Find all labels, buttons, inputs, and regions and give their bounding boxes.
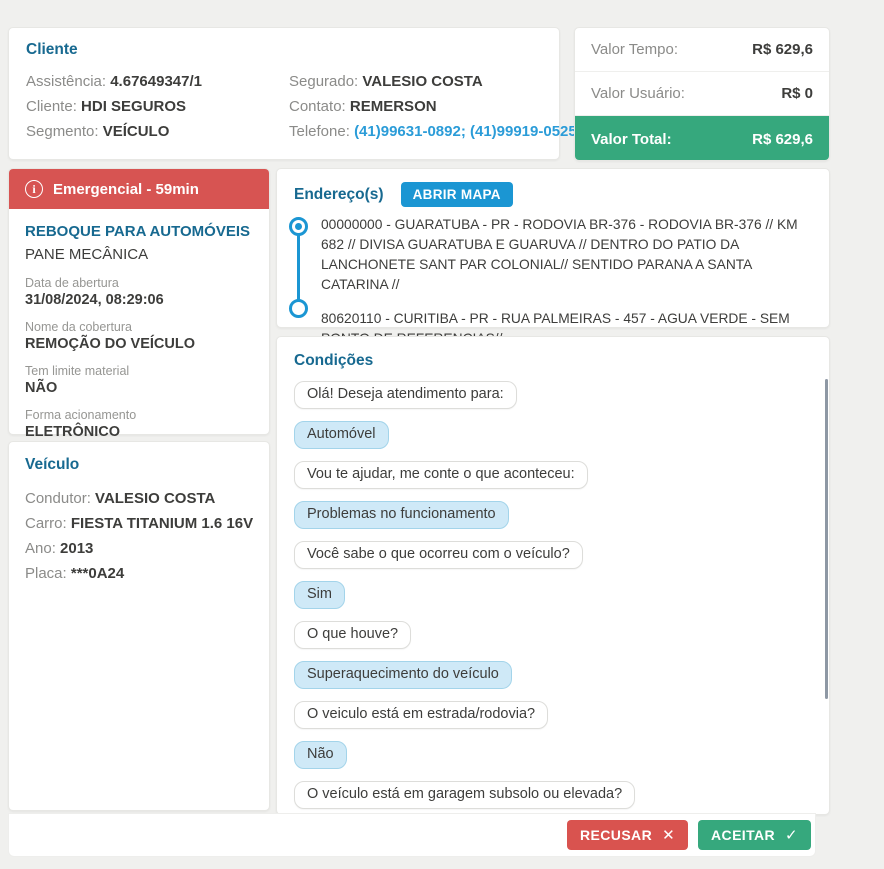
phone-field: Telefone: (41)99631-0892; (41)99919-0525 [289,123,577,140]
chat-bubble-answer: Superaquecimento do veículo [294,661,512,689]
conditions-card: Condições Olá! Deseja atendimento para: … [276,336,830,815]
chat-bubble-answer: Automóvel [294,421,389,449]
client-card: Cliente Assistência: 4.67649347/1 Client… [8,27,560,160]
route-timeline-line [297,227,300,309]
activation-type-field: Forma acionamento ELETRÔNICO [25,408,253,440]
value-user-row: Valor Usuário: R$ 0 [575,72,829,116]
value-user-amount: R$ 0 [781,85,813,102]
origin-address: 00000000 - GUARATUBA - PR - RODOVIA BR-3… [321,215,812,295]
chat-bubble-answer: Problemas no funcionamento [294,501,509,529]
coverage-name-field: Nome da cobertura REMOÇÃO DO VEÍCULO [25,320,253,352]
value-total-row: Valor Total: R$ 629,6 [575,116,829,161]
destination-point-icon [289,299,308,318]
emergency-title: Emergencial - 59min [53,181,199,198]
material-limit-field: Tem limite material NÃO [25,364,253,396]
chat-bubble-question: Vou te ajudar, me conte o que aconteceu: [294,461,588,489]
chat-bubble-question: O veiculo está em estrada/rodovia? [294,701,548,729]
contact-field: Contato: REMERSON [289,98,577,115]
info-icon: i [25,180,43,198]
opening-date-field: Data de abertura 31/08/2024, 08:29:06 [25,276,253,308]
year-field: Ano: 2013 [25,536,253,561]
emergency-header: i Emergencial - 59min [9,169,269,209]
assistance-field: Assistência: 4.67649347/1 [26,73,289,90]
chat-bubble-answer: Sim [294,581,345,609]
driver-field: Condutor: VALESIO COSTA [25,486,253,511]
value-total-amount: R$ 629,6 [752,131,813,148]
phone-numbers-link[interactable]: (41)99631-0892; (41)99919-0525 [354,123,577,140]
chat-messages: Olá! Deseja atendimento para: Automóvel … [294,381,812,815]
chat-scrollbar-thumb[interactable] [825,379,828,699]
open-map-button[interactable]: ABRIR MAPA [401,182,513,207]
chat-bubble-answer: Não [294,741,347,769]
segment-field: Segmento: VEÍCULO [26,123,289,140]
value-time-row: Valor Tempo: R$ 629,6 [575,28,829,72]
client-field: Cliente: HDI SEGUROS [26,98,289,115]
addresses-title: Endereço(s) [294,186,384,204]
accept-button[interactable]: ACEITAR ✓ [698,820,811,850]
value-time-amount: R$ 629,6 [752,41,813,58]
conditions-title: Condições [294,352,812,370]
client-fields: Assistência: 4.67649347/1 Cliente: HDI S… [26,69,542,144]
plate-field: Placa: ***0A24 [25,561,253,586]
chat-bubble-question: Você sabe o que ocorreu com o veículo? [294,541,583,569]
chat-bubble-question: Olá! Deseja atendimento para: [294,381,517,409]
addresses-card: Endereço(s) ABRIR MAPA 00000000 - GUARAT… [276,168,830,328]
reject-button[interactable]: RECUSAR ✕ [567,820,688,850]
insured-field: Segurado: VALESIO COSTA [289,73,577,90]
values-card: Valor Tempo: R$ 629,6 Valor Usuário: R$ … [574,27,830,161]
chat-bubble-question: O que houve? [294,621,411,649]
client-card-title: Cliente [26,41,542,59]
close-icon: ✕ [662,826,675,844]
service-problem: PANE MECÂNICA [25,246,253,263]
origin-point-icon [289,217,308,236]
vehicle-card: Veículo Condutor: VALESIO COSTA Carro: F… [8,441,270,811]
service-card: i Emergencial - 59min REBOQUE PARA AUTOM… [8,168,270,435]
check-icon: ✓ [785,826,798,844]
vehicle-card-title: Veículo [25,456,253,474]
car-field: Carro: FIESTA TITANIUM 1.6 16V [25,511,253,536]
chat-bubble-question: O veículo está em garagem subsolo ou ele… [294,781,635,809]
action-footer: RECUSAR ✕ ACEITAR ✓ [8,813,816,857]
service-name: REBOQUE PARA AUTOMÓVEIS [25,223,253,240]
